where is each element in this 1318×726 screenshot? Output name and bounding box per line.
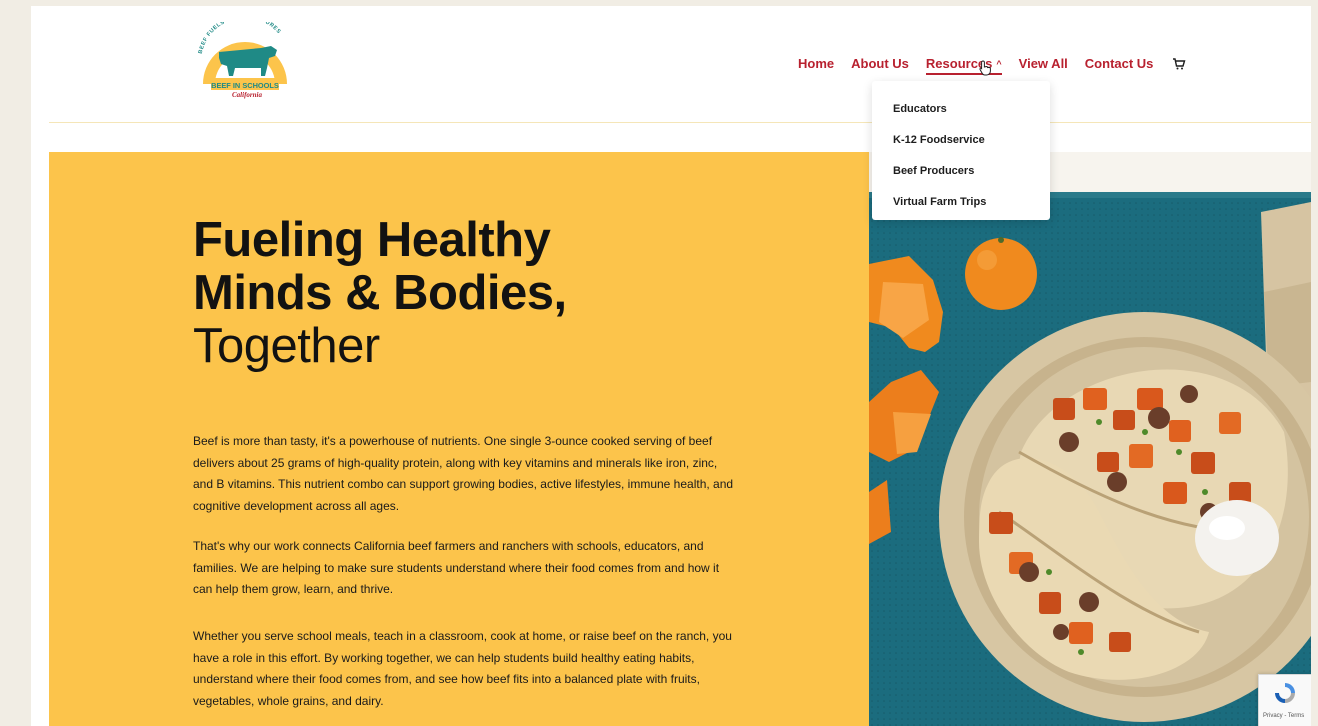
logo-graphic: BEEF IN SCHOOLS California BEEF FUELS BR… <box>198 22 287 99</box>
hero-title-line1: Fueling Healthy <box>193 213 551 267</box>
hero-title: Fueling Healthy Minds & Bodies, Together <box>193 214 753 373</box>
hero-title-line3: Together <box>193 319 380 373</box>
nav-about-us[interactable]: About Us <box>851 56 909 71</box>
hero-food-photo <box>869 152 1311 726</box>
menu-item-educators[interactable]: Educators <box>893 103 947 115</box>
header-divider <box>49 122 1311 123</box>
nav-home[interactable]: Home <box>798 56 834 71</box>
nav-contact-us[interactable]: Contact Us <box>1085 56 1154 71</box>
menu-item-virtual-farm-trips[interactable]: Virtual Farm Trips <box>893 196 986 208</box>
menu-item-beef-producers[interactable]: Beef Producers <box>893 165 974 177</box>
resources-dropdown: Educators K-12 Foodservice Beef Producer… <box>872 81 1050 220</box>
site-header: BEEF IN SCHOOLS California BEEF FUELS BR… <box>31 6 1311 123</box>
chevron-up-icon: ^ <box>996 58 1002 69</box>
hero-paragraph-3: Whether you serve school meals, teach in… <box>193 629 732 708</box>
hero-section: Fueling Healthy Minds & Bodies, Together… <box>49 152 869 726</box>
recaptcha-badge[interactable]: Privacy - Terms <box>1258 674 1311 726</box>
recaptcha-icon <box>1275 683 1295 703</box>
hero-paragraph-1: Beef is more than tasty, it's a powerhou… <box>193 434 734 513</box>
recaptcha-links[interactable]: Privacy - Terms <box>1263 713 1304 719</box>
nav-view-all[interactable]: View All <box>1019 56 1068 71</box>
menu-item-k12-foodservice[interactable]: K-12 Foodservice <box>893 134 985 146</box>
hero-paragraph-2: That's why our work connects California … <box>193 539 720 596</box>
hero-title-line2: Minds & Bodies, <box>193 266 567 320</box>
main-nav: Home About Us Resources ^ View All Contac… <box>798 52 1186 75</box>
logo-region-text: California <box>232 91 262 99</box>
page: BEEF IN SCHOOLS California BEEF FUELS BR… <box>31 6 1311 726</box>
site-logo[interactable]: BEEF IN SCHOOLS California BEEF FUELS BR… <box>195 22 295 102</box>
hand-cursor-icon <box>979 60 991 76</box>
cart-icon[interactable] <box>1172 57 1186 71</box>
logo-name-text: BEEF IN SCHOOLS <box>211 81 279 90</box>
